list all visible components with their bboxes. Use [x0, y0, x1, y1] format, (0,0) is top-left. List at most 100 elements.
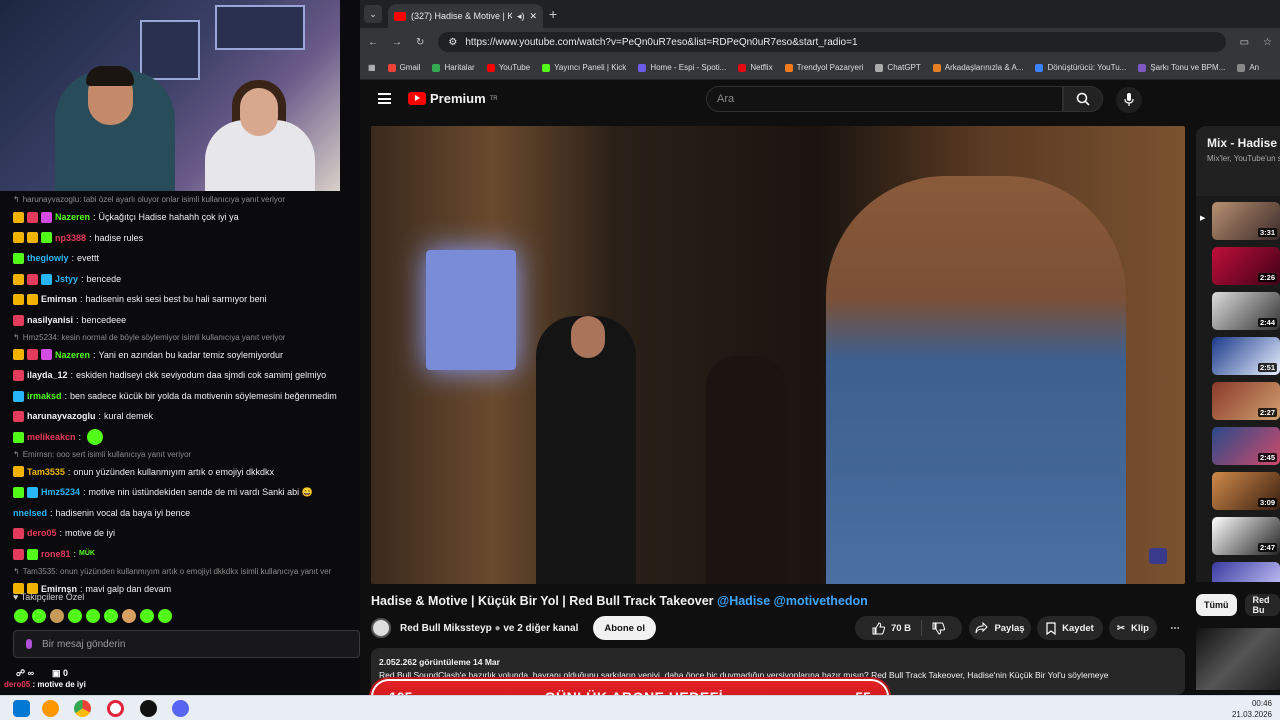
mix-playlist-item[interactable]: 2:47 [1212, 517, 1280, 555]
channel-avatar[interactable] [371, 618, 391, 638]
emote[interactable] [140, 609, 154, 623]
video-title-tags[interactable]: @Hadise @motivethedon [717, 594, 868, 608]
chat-username[interactable]: theglowiy [27, 248, 69, 269]
voice-search-button[interactable] [1116, 87, 1142, 113]
chat-username[interactable]: harunayvazoglu [27, 406, 96, 427]
chat-input[interactable]: Bir mesaj gönderin [13, 630, 360, 658]
back-icon[interactable]: ← [368, 37, 378, 48]
chat-username[interactable]: Nazeren [55, 207, 90, 228]
opera-icon[interactable] [107, 700, 124, 717]
tab-search-button[interactable]: ⌄ [364, 5, 382, 23]
mix-playlist-header[interactable]: Mix - Hadise Mix'ler, YouTube'un s [1196, 126, 1280, 196]
bookmark-item[interactable]: Arkadaşlarınızla & A... [932, 63, 1024, 72]
speaker-icon[interactable]: ◂) [517, 11, 525, 22]
chat-username[interactable]: ilayda_12 [27, 365, 68, 386]
app-icon[interactable] [140, 700, 157, 717]
scissors-icon: ✂ [1117, 622, 1125, 634]
chat-username[interactable]: Hmz5234 [41, 482, 80, 503]
chat-message: irmaksd: ben sadece kücük bir yolda da mo… [0, 386, 360, 407]
save-button[interactable]: Kaydet [1037, 616, 1103, 640]
bookmark-star-icon[interactable]: ☆ [1263, 37, 1272, 48]
bookmark-item[interactable]: Dönüştürücü: YouTu... [1035, 63, 1126, 72]
channel-name[interactable]: Red Bull Mikssteyp ● ve 2 diğer kanal [400, 623, 578, 634]
bookmark-label: Arkadaşlarınızla & A... [944, 63, 1024, 72]
hamburger-menu-icon[interactable] [378, 93, 391, 104]
new-tab-button[interactable]: + [549, 6, 557, 22]
url-field[interactable]: ⚙ https://www.youtube.com/watch?v=PeQn0u… [438, 32, 1226, 52]
mix-playlist-item[interactable]: 3:31 [1212, 202, 1280, 240]
related-video-thumbnail[interactable] [1196, 628, 1280, 690]
mix-playlist-item[interactable]: 3:09 [1212, 472, 1280, 510]
chat-username[interactable]: nnelsed [13, 503, 47, 524]
apps-grid-icon[interactable]: ▦ [368, 63, 376, 72]
filter-chip[interactable]: Tümü [1196, 594, 1237, 616]
emote[interactable] [32, 609, 46, 623]
reload-icon[interactable]: ↻ [416, 37, 424, 48]
filter-chip[interactable]: Red Bu [1244, 594, 1280, 616]
chat-username[interactable]: melikeakcn [27, 427, 76, 448]
mix-playlist-item[interactable] [1212, 562, 1280, 582]
site-info-icon[interactable]: ⚙ [448, 37, 457, 48]
chat-username[interactable]: dero05 [27, 523, 57, 544]
chat-message: nnelsed: hadisenin vocal da baya iyi benc… [0, 503, 360, 524]
bookmark-item[interactable]: Haritalar [432, 63, 475, 72]
bookmark-item[interactable]: YouTube [486, 63, 530, 72]
bookmark-label: Netflix [750, 63, 773, 72]
emote[interactable] [122, 609, 136, 623]
chat-username[interactable]: Nazeren [55, 345, 90, 366]
channel-watermark-icon[interactable] [1149, 548, 1167, 564]
reply-text: Hmz5234: kesin normal de böyle söylemiyo… [22, 332, 286, 342]
start-icon[interactable] [13, 700, 30, 717]
chat-username[interactable]: Emirnsn [41, 289, 77, 310]
thumbs-down-icon[interactable] [932, 622, 946, 635]
mix-playlist-item[interactable]: 2:44 [1212, 292, 1280, 330]
discord-icon[interactable] [172, 700, 189, 717]
share-button[interactable]: Paylaş [969, 616, 1031, 640]
share-icon [975, 622, 989, 634]
clock[interactable]: 00:46 21.03.2026 [1232, 698, 1272, 720]
search-button[interactable] [1063, 86, 1103, 112]
chrome-icon[interactable] [74, 700, 91, 717]
search-input[interactable]: Ara [706, 86, 1063, 112]
emote[interactable] [50, 609, 64, 623]
mix-playlist-item[interactable]: 2:45 [1212, 427, 1280, 465]
forward-icon[interactable]: → [392, 37, 402, 48]
bookmark-item[interactable]: Yayıncı Paneli | Kick [542, 63, 626, 72]
subscribe-button[interactable]: Abone ol [593, 616, 656, 640]
emote[interactable] [87, 429, 104, 446]
emote[interactable] [158, 609, 172, 623]
like-button[interactable]: 70 B [872, 621, 911, 635]
emote[interactable] [68, 609, 82, 623]
bookmark-label: Dönüştürücü: YouTu... [1047, 63, 1127, 72]
cast-icon[interactable]: ▭ [1240, 37, 1249, 48]
emote[interactable] [86, 609, 100, 623]
bookmark-item[interactable]: Netflix [738, 63, 773, 72]
mix-playlist-item[interactable]: 2:26 [1212, 247, 1280, 285]
more-actions-button[interactable]: ⋯ [1163, 616, 1187, 640]
firefox-icon[interactable] [42, 700, 59, 717]
chat-username[interactable]: Tam3535 [27, 462, 65, 483]
mix-playlist-item[interactable]: 2:27 [1212, 382, 1280, 420]
bookmark-item[interactable]: Home - Espi - Spoti... [638, 63, 726, 72]
chat-username[interactable]: irmaksd [27, 386, 62, 407]
emote[interactable] [14, 609, 28, 623]
bookmark-item[interactable]: ChatGPT [875, 63, 921, 72]
clip-button[interactable]: ✂ Klip [1109, 616, 1157, 640]
chat-username[interactable]: nasilyanisi [27, 310, 73, 331]
bookmark-item[interactable]: Gmail [387, 63, 420, 72]
tab-youtube[interactable]: (327) Hadise & Motive | Küç ◂) ✕ [388, 4, 543, 28]
bookmark-item[interactable]: Şarkı Tonu ve BPM... [1138, 63, 1225, 72]
bookmark-item[interactable]: An [1237, 63, 1259, 72]
mix-playlist-item[interactable]: 2:51 [1212, 337, 1280, 375]
microphone-icon[interactable] [26, 639, 32, 649]
chat-username[interactable]: Jstyy [55, 269, 78, 290]
emote-bar[interactable] [14, 609, 172, 623]
chat-username[interactable]: rone81 [41, 544, 71, 565]
close-tab-icon[interactable]: ✕ [529, 11, 537, 22]
chat-username[interactable]: np3388 [55, 228, 86, 249]
video-player[interactable] [371, 126, 1185, 584]
youtube-premium-logo[interactable]: Premium TR [408, 91, 498, 106]
bookmark-item[interactable]: Trendyol Pazaryeri [784, 63, 863, 72]
emote[interactable] [104, 609, 118, 623]
chat-message: np3388: hadise rules [0, 228, 360, 249]
